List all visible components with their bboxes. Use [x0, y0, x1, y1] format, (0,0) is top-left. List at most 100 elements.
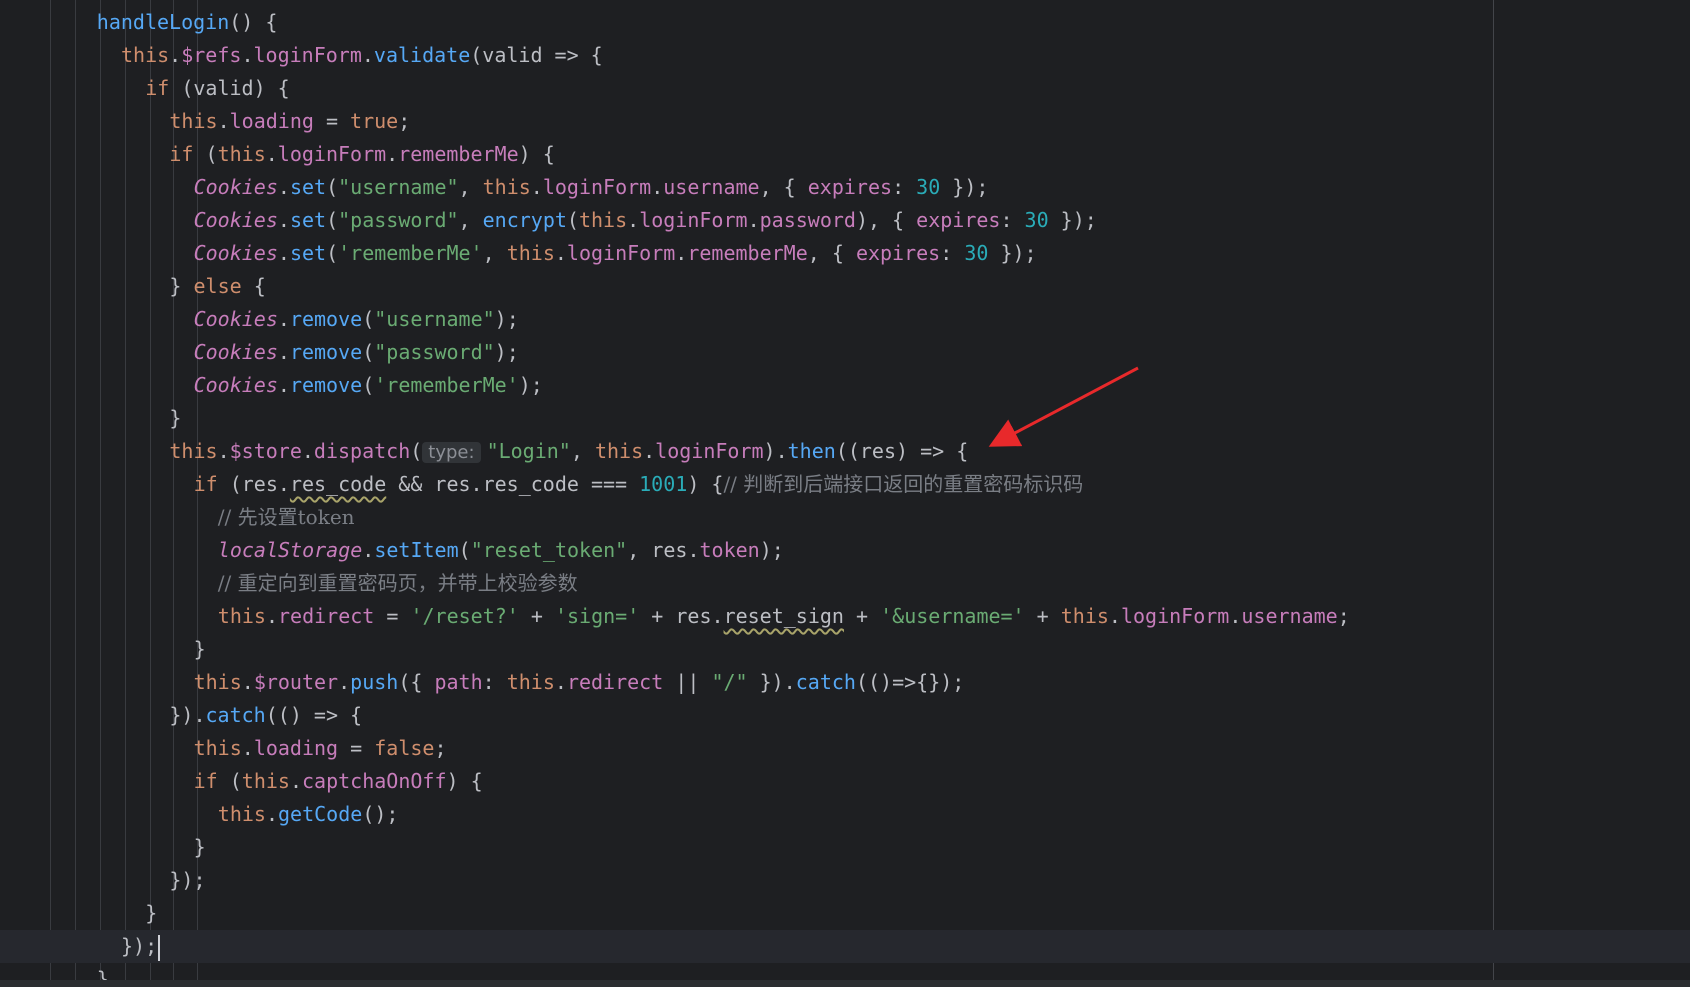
- code-token: (: [326, 175, 339, 199]
- code-token: loading: [253, 736, 339, 760]
- code-token: (() => {: [265, 703, 363, 727]
- code-line[interactable]: Cookies.set("username", this.loginForm.u…: [0, 171, 1690, 204]
- code-line[interactable]: Cookies.remove("username");: [0, 303, 1690, 336]
- code-token: .: [1108, 604, 1121, 628]
- code-token: .: [362, 538, 375, 562]
- code-token: +: [518, 604, 555, 628]
- code-token: .: [265, 604, 279, 628]
- code-token: (: [566, 208, 579, 232]
- code-line[interactable]: if (this.loginForm.rememberMe) {: [0, 138, 1690, 171]
- code-token: , res.: [627, 538, 700, 562]
- code-token: "password": [338, 208, 459, 232]
- code-token: expires: [855, 241, 941, 265]
- code-token: ();: [362, 802, 399, 826]
- code-token: if: [169, 142, 194, 166]
- code-line[interactable]: }).catch(() => {: [0, 699, 1690, 732]
- code-token: '/reset?': [410, 604, 519, 628]
- code-token: set: [289, 208, 327, 232]
- code-token: +: [843, 604, 881, 628]
- code-line[interactable]: } else {: [0, 270, 1690, 303]
- code-token: "username": [338, 175, 459, 199]
- code-token: "reset_token": [470, 538, 628, 562]
- code-token: password: [759, 208, 856, 232]
- code-token: {: [241, 274, 266, 298]
- code-line[interactable]: }: [0, 402, 1690, 435]
- code-line[interactable]: }: [0, 831, 1690, 864]
- code-token: =: [374, 604, 411, 628]
- code-token: this: [217, 604, 266, 628]
- code-line[interactable]: this.redirect = '/reset?' + 'sign=' + re…: [0, 600, 1690, 633]
- code-line[interactable]: handleLogin() {: [0, 6, 1690, 39]
- code-token: =: [313, 109, 351, 133]
- parameter-hint: type:: [422, 442, 481, 463]
- code-line[interactable]: }: [0, 633, 1690, 666]
- code-token: :: [940, 241, 965, 265]
- code-token: loginForm: [655, 439, 764, 463]
- code-token: .: [277, 340, 290, 364]
- code-token: rememberMe: [398, 142, 519, 166]
- code-token: .: [277, 175, 290, 199]
- code-line[interactable]: if (this.captchaOnOff) {: [0, 765, 1690, 798]
- code-line[interactable]: this.$router.push({ path: this.redirect …: [0, 666, 1690, 699]
- code-line[interactable]: Cookies.remove("password");: [0, 336, 1690, 369]
- code-token: );: [759, 538, 784, 562]
- code-line[interactable]: if (res.res_code && res.res_code === 100…: [0, 468, 1690, 501]
- code-line[interactable]: this.loading = true;: [0, 105, 1690, 138]
- code-token: redirect: [566, 670, 664, 694]
- code-token: 30: [964, 241, 989, 265]
- code-token: ,: [482, 241, 507, 265]
- code-line[interactable]: Cookies.set('rememberMe', this.loginForm…: [0, 237, 1690, 270]
- code-line[interactable]: this.getCode();: [0, 798, 1690, 831]
- code-token: .: [277, 208, 290, 232]
- code-token: ).: [763, 439, 788, 463]
- code-line[interactable]: this.loading = false;: [0, 732, 1690, 765]
- code-line[interactable]: this.$store.dispatch(type: "Login", this.…: [0, 435, 1690, 468]
- code-line[interactable]: // 重定向到重置密码页，并带上校验参数: [0, 567, 1690, 600]
- code-line[interactable]: }: [0, 897, 1690, 930]
- code-token: ||: [663, 670, 712, 694]
- code-token: if: [145, 76, 170, 100]
- code-editor[interactable]: handleLogin() {this.$refs.loginForm.vali…: [0, 0, 1690, 980]
- code-token: $refs: [181, 43, 242, 67]
- code-line[interactable]: Cookies.remove('rememberMe');: [0, 369, 1690, 402]
- code-token: .: [277, 373, 290, 397]
- code-token: Cookies: [193, 175, 278, 199]
- code-token: ), {: [855, 208, 917, 232]
- code-line[interactable]: localStorage.setItem("reset_token", res.…: [0, 534, 1690, 567]
- code-token: false: [374, 736, 435, 760]
- code-token: .: [169, 43, 182, 67]
- code-line[interactable]: // 先设置token: [0, 501, 1690, 534]
- code-line[interactable]: });: [0, 864, 1690, 897]
- code-line[interactable]: Cookies.set("password", encrypt(this.log…: [0, 204, 1690, 237]
- code-token: });: [1048, 208, 1097, 232]
- code-token: loginForm: [566, 241, 676, 265]
- code-token: validate: [373, 43, 471, 67]
- code-token: (: [193, 142, 218, 166]
- code-line-current[interactable]: });: [0, 930, 1690, 963]
- code-token: ,: [570, 439, 595, 463]
- code-token: }: [145, 901, 158, 925]
- code-token: ) {: [446, 769, 483, 793]
- code-token: .: [338, 670, 351, 694]
- code-token: remove: [289, 373, 363, 397]
- code-token: :: [892, 175, 917, 199]
- code-token: 'rememberMe': [338, 241, 483, 265]
- code-token: (: [362, 307, 375, 331]
- code-line[interactable]: this.$refs.loginForm.validate(valid => {: [0, 39, 1690, 72]
- code-token: this: [506, 241, 555, 265]
- code-token: loginForm: [639, 208, 748, 232]
- code-token: Cookies: [193, 340, 278, 364]
- code-token: });: [169, 868, 206, 892]
- code-token: (: [410, 439, 423, 463]
- code-token: .: [217, 109, 230, 133]
- code-token: .: [643, 439, 656, 463]
- code-token: "password": [374, 340, 495, 364]
- code-token: "/": [711, 670, 748, 694]
- code-token: $router: [253, 670, 339, 694]
- code-line[interactable]: }: [0, 963, 1690, 980]
- code-token: (: [362, 373, 375, 397]
- code-token: this: [169, 439, 218, 463]
- code-token: 'rememberMe': [374, 373, 519, 397]
- code-token: handleLogin: [96, 10, 230, 34]
- code-line[interactable]: if (valid) {: [0, 72, 1690, 105]
